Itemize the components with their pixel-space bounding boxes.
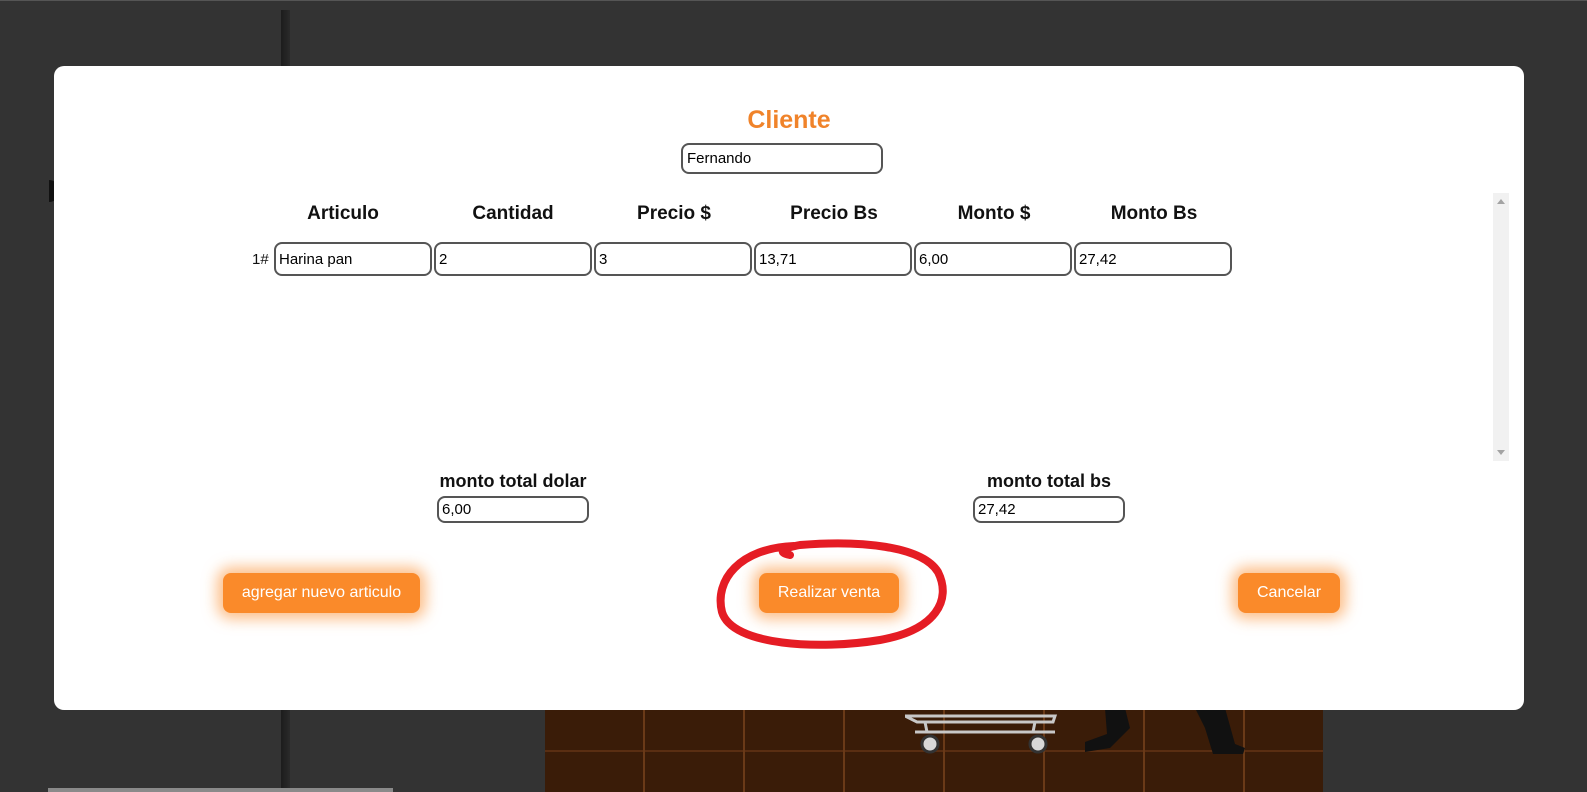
articulo-input[interactable]	[274, 242, 432, 276]
cancel-button[interactable]: Cancelar	[1238, 573, 1340, 613]
cliente-input[interactable]	[681, 143, 883, 174]
column-header-monto-bs: Monto Bs	[1110, 203, 1198, 224]
total-bs-label: monto total bs	[987, 471, 1111, 491]
column-header-precio-bs: Precio Bs	[790, 203, 878, 224]
cliente-heading: Cliente	[747, 106, 831, 134]
person-silhouette-illustration	[1085, 708, 1245, 754]
make-sale-button[interactable]: Realizar venta	[759, 573, 899, 613]
articles-scrollbar[interactable]	[1493, 193, 1509, 461]
background-scrollbar	[48, 788, 393, 792]
total-dolar-label: monto total dolar	[439, 471, 587, 491]
scroll-up-arrow-icon[interactable]	[1497, 199, 1505, 204]
monto-bs-input[interactable]	[1074, 242, 1232, 276]
shopping-cart-illustration	[905, 714, 1058, 754]
monto-usd-input[interactable]	[914, 242, 1072, 276]
cantidad-input[interactable]	[434, 242, 592, 276]
row-number: 1#	[252, 251, 269, 268]
add-article-button[interactable]: agregar nuevo articulo	[223, 573, 420, 613]
articles-scroll-area[interactable]	[54, 193, 1509, 461]
page-top-border	[0, 0, 1587, 1]
column-header-precio-usd: Precio $	[637, 203, 711, 224]
precio-usd-input[interactable]	[594, 242, 752, 276]
total-dolar-input[interactable]	[437, 496, 589, 523]
total-bs-input[interactable]	[973, 496, 1125, 523]
column-header-cantidad: Cantidad	[472, 203, 554, 224]
precio-bs-input[interactable]	[754, 242, 912, 276]
column-header-monto-usd: Monto $	[957, 203, 1031, 224]
column-header-articulo: Articulo	[307, 203, 379, 224]
sale-modal: Cliente Articulo Cantidad Precio $ Preci…	[54, 66, 1524, 710]
scroll-down-arrow-icon[interactable]	[1497, 450, 1505, 455]
